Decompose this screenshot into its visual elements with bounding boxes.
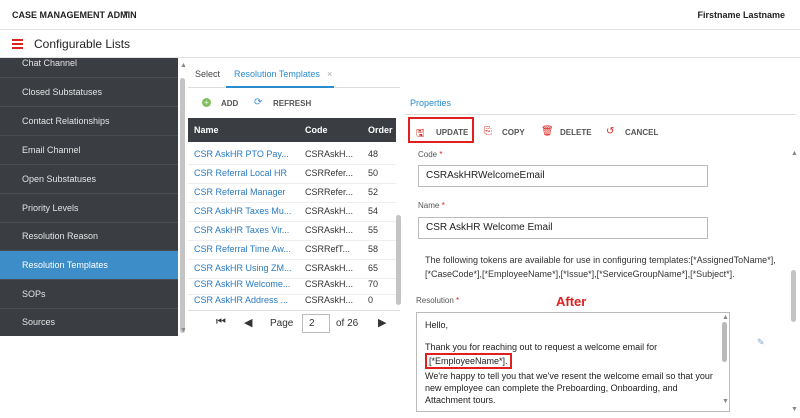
cancel-button[interactable]: CANCEL [625, 128, 658, 137]
resolution-textarea[interactable]: Hello, Thank you for reaching out to req… [416, 312, 730, 412]
next-page-icon[interactable]: ▶ [378, 316, 386, 329]
resolution-scroll-down-icon[interactable]: ▼ [722, 398, 729, 405]
active-tab-indicator [226, 86, 334, 88]
cell-code: CSRAskH... [305, 149, 354, 159]
caret-down-icon[interactable]: ▼ [122, 9, 130, 18]
save-icon[interactable]: 🖫 [416, 126, 425, 143]
sidebar-item-contact-relationships[interactable]: Contact Relationships [0, 107, 178, 136]
code-field[interactable]: CSRAskHRWelcomeEmail [418, 165, 708, 187]
refresh-button[interactable]: REFRESH [273, 99, 311, 108]
name-label: Name * [418, 201, 445, 210]
sidebar-scrollbar[interactable] [180, 78, 185, 333]
sidebar-item-email-channel[interactable]: Email Channel [0, 136, 178, 165]
user-name[interactable]: Firstname Lastname [697, 10, 785, 20]
cell-order: 48 [368, 149, 379, 159]
after-annotation: After [556, 294, 587, 309]
trash-icon[interactable]: 🗑 [541, 126, 554, 137]
tab-resolution-templates[interactable]: Resolution Templates [234, 69, 320, 79]
undo-icon[interactable]: ↺ [606, 126, 614, 137]
close-tab-icon[interactable]: × [327, 69, 332, 79]
cell-order: 58 [368, 244, 379, 254]
cell-name[interactable]: CSR AskHR Taxes Vir... [194, 225, 300, 235]
add-button[interactable]: ADD [221, 99, 238, 108]
copy-icon[interactable]: ⎘ [484, 126, 492, 137]
grid-scrollbar-thumb[interactable] [396, 215, 401, 305]
cell-order: 54 [368, 206, 379, 216]
resolution-line-2: We're happy to tell you that we've resen… [425, 371, 713, 405]
sidebar-item-open-substatuses[interactable]: Open Substatuses [0, 165, 178, 194]
first-page-icon[interactable]: ⏮ [216, 316, 226, 329]
cell-code: CSRAskH... [305, 206, 354, 216]
hamburger-menu-icon[interactable] [12, 39, 23, 49]
resolution-scroll-up-icon[interactable]: ▲ [722, 314, 729, 321]
cell-code: CSRAskH... [305, 225, 354, 235]
tab-properties[interactable]: Properties [410, 98, 451, 108]
resolution-scrollbar[interactable] [722, 322, 727, 362]
page-header: Configurable Lists [0, 30, 800, 58]
add-icon[interactable]: + [202, 98, 211, 107]
cell-code: CSRAskH... [305, 295, 354, 305]
sidebar-item-chat-channel[interactable]: Chat Channel [0, 58, 178, 78]
grid-header: Name Code Order [188, 118, 396, 142]
cell-order: 55 [368, 225, 379, 235]
cell-name[interactable]: CSR Referral Time Aw... [194, 244, 300, 254]
page-title: Configurable Lists [34, 37, 131, 51]
cell-name[interactable]: CSR Referral Manager [194, 187, 300, 197]
name-field[interactable]: CSR AskHR Welcome Email [418, 217, 708, 239]
page-label: Page [270, 318, 294, 329]
resolution-label: Resolution * [416, 296, 460, 305]
resolution-greeting: Hello, [425, 320, 449, 330]
cell-code: CSRRefer... [305, 168, 354, 178]
tokens-help-text: The following tokens are available for u… [425, 255, 776, 279]
column-header-order[interactable]: Order [368, 125, 396, 135]
pagination: ⏮ ◀ Page 2 of 26 ▶ [188, 310, 400, 336]
scroll-down-icon[interactable]: ▼ [180, 327, 187, 334]
app-title[interactable]: CASE MANAGEMENT ADMIN [12, 10, 137, 20]
sidebar-item-sources[interactable]: Sources [0, 308, 178, 336]
properties-scroll-down-icon[interactable]: ▼ [791, 406, 798, 413]
column-header-name[interactable]: Name [194, 125, 219, 135]
cell-name[interactable]: CSR AskHR Address ... [194, 295, 300, 305]
update-button[interactable]: UPDATE [436, 128, 468, 137]
sidebar-item-resolution-templates[interactable]: Resolution Templates [0, 251, 178, 280]
column-header-code[interactable]: Code [305, 125, 328, 135]
edit-icon[interactable]: ✎ [757, 337, 765, 348]
tab-select[interactable]: Select [195, 69, 220, 79]
properties-divider [405, 114, 795, 115]
employee-name-token-highlight: [*EmployeeName*]. [425, 353, 512, 369]
cell-order: 50 [368, 168, 379, 178]
sidebar-item-sops[interactable]: SOPs [0, 280, 178, 309]
sidebar-item-closed-substatuses[interactable]: Closed Substatuses [0, 78, 178, 107]
grid-scrollbar[interactable] [396, 140, 401, 310]
cell-order: 0 [368, 295, 374, 305]
refresh-icon[interactable]: ⟳ [254, 97, 262, 108]
code-label: Code * [418, 150, 443, 159]
cell-code: CSRRefT... [305, 244, 351, 254]
page-number-input[interactable]: 2 [302, 314, 330, 333]
cell-order: 52 [368, 187, 379, 197]
table-row[interactable]: CSR AskHR Address ... CSRAskH... 0 [188, 288, 396, 311]
sidebar: Chat Channel Closed Substatuses Contact … [0, 58, 178, 336]
copy-button[interactable]: COPY [502, 128, 525, 137]
sidebar-item-resolution-reason[interactable]: Resolution Reason [0, 222, 178, 251]
previous-page-icon[interactable]: ◀ [244, 316, 252, 329]
sidebar-item-priority-levels[interactable]: Priority Levels [0, 194, 178, 223]
delete-button[interactable]: DELETE [560, 128, 592, 137]
cell-name[interactable]: CSR AskHR PTO Pay... [194, 149, 300, 159]
properties-scroll-up-icon[interactable]: ▲ [791, 150, 798, 157]
top-bar: CASE MANAGEMENT ADMIN ▼ Firstname Lastna… [0, 0, 800, 30]
cell-name[interactable]: CSR Referral Local HR [194, 168, 300, 178]
properties-scrollbar[interactable] [791, 270, 796, 322]
scroll-up-icon[interactable]: ▲ [180, 62, 187, 69]
cell-name[interactable]: CSR AskHR Taxes Mu... [194, 206, 300, 216]
cell-code: CSRRefer... [305, 187, 354, 197]
resolution-line-1: Thank you for reaching out to request a … [425, 342, 658, 352]
page-count: of 26 [336, 318, 359, 329]
